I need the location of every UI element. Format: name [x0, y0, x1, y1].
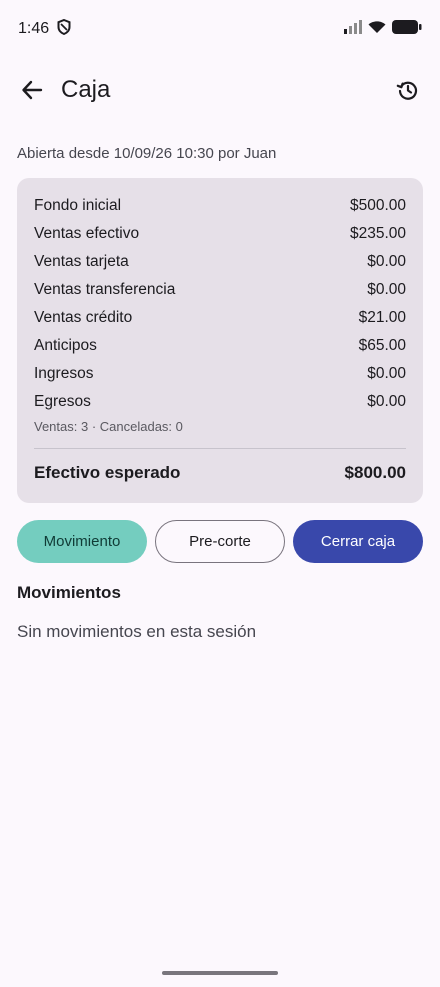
summary-row-value: $0.00 — [367, 281, 406, 298]
summary-row-value: $235.00 — [349, 225, 406, 242]
summary-card: Fondo inicial $500.00 Ventas efectivo $2… — [17, 178, 423, 503]
shield-icon — [57, 18, 71, 40]
summary-row-label: Ingresos — [34, 365, 94, 382]
summary-row-anticipos: Anticipos $65.00 — [34, 335, 406, 357]
summary-row-value: $0.00 — [367, 253, 406, 270]
summary-row-label: Fondo inicial — [34, 197, 122, 214]
app-bar: Caja — [0, 62, 440, 122]
summary-divider — [34, 448, 406, 449]
movimiento-button[interactable]: Movimiento — [17, 520, 147, 563]
page-title: Caja — [61, 76, 111, 103]
home-indicator[interactable] — [162, 971, 278, 975]
summary-row-ventas-tarjeta: Ventas tarjeta $0.00 — [34, 251, 406, 273]
arrow-back-icon — [21, 79, 43, 106]
sales-counts: Ventas: 3 · Canceladas: 0 — [34, 419, 183, 434]
battery-icon — [392, 19, 422, 39]
session-opened-info: Abierta desde 10/09/26 10:30 por Juan — [17, 145, 277, 162]
summary-row-label: Ventas efectivo — [34, 225, 140, 242]
summary-row-ventas-credito: Ventas crédito $21.00 — [34, 307, 406, 329]
status-time: 1:46 — [18, 20, 50, 37]
cellular-signal-icon — [344, 19, 362, 39]
cerrar-caja-button[interactable]: Cerrar caja — [293, 520, 423, 563]
pre-corte-button[interactable]: Pre-corte — [155, 520, 285, 563]
status-left: 1:46 — [18, 18, 71, 40]
summary-row-label: Ventas crédito — [34, 309, 133, 326]
summary-row-ventas-efectivo: Ventas efectivo $235.00 — [34, 223, 406, 245]
summary-row-value: $0.00 — [367, 393, 406, 410]
summary-row-label: Ventas transferencia — [34, 281, 176, 298]
summary-row-egresos: Egresos $0.00 — [34, 391, 406, 413]
summary-row-label: Egresos — [34, 393, 91, 410]
cash-register-screen: 1:46 Caja Abierta desde 10/09/26 10:30 p… — [0, 0, 440, 987]
status-bar: 1:46 — [0, 0, 440, 58]
summary-row-label: Anticipos — [34, 337, 97, 354]
history-button[interactable] — [390, 74, 426, 110]
summary-row-ventas-transferencia: Ventas transferencia $0.00 — [34, 279, 406, 301]
status-right — [344, 19, 422, 39]
movements-empty-text: Sin movimientos en esta sesión — [17, 622, 257, 641]
summary-row-value: $65.00 — [358, 337, 406, 354]
summary-row-value: $21.00 — [358, 309, 406, 326]
summary-row-label: Ventas tarjeta — [34, 253, 129, 270]
expected-cash-label: Efectivo esperado — [34, 463, 181, 482]
expected-cash-value: $800.00 — [344, 463, 406, 482]
expected-cash-row: Efectivo esperado $800.00 — [34, 461, 406, 485]
summary-row-fondo-inicial: Fondo inicial $500.00 — [34, 195, 406, 217]
history-icon — [396, 78, 420, 107]
summary-row-value: $500.00 — [349, 197, 406, 214]
summary-row-value: $0.00 — [367, 365, 406, 382]
wifi-icon — [368, 20, 386, 39]
movements-title: Movimientos — [17, 583, 121, 602]
summary-row-ingresos: Ingresos $0.00 — [34, 363, 406, 385]
back-button[interactable] — [14, 74, 50, 110]
